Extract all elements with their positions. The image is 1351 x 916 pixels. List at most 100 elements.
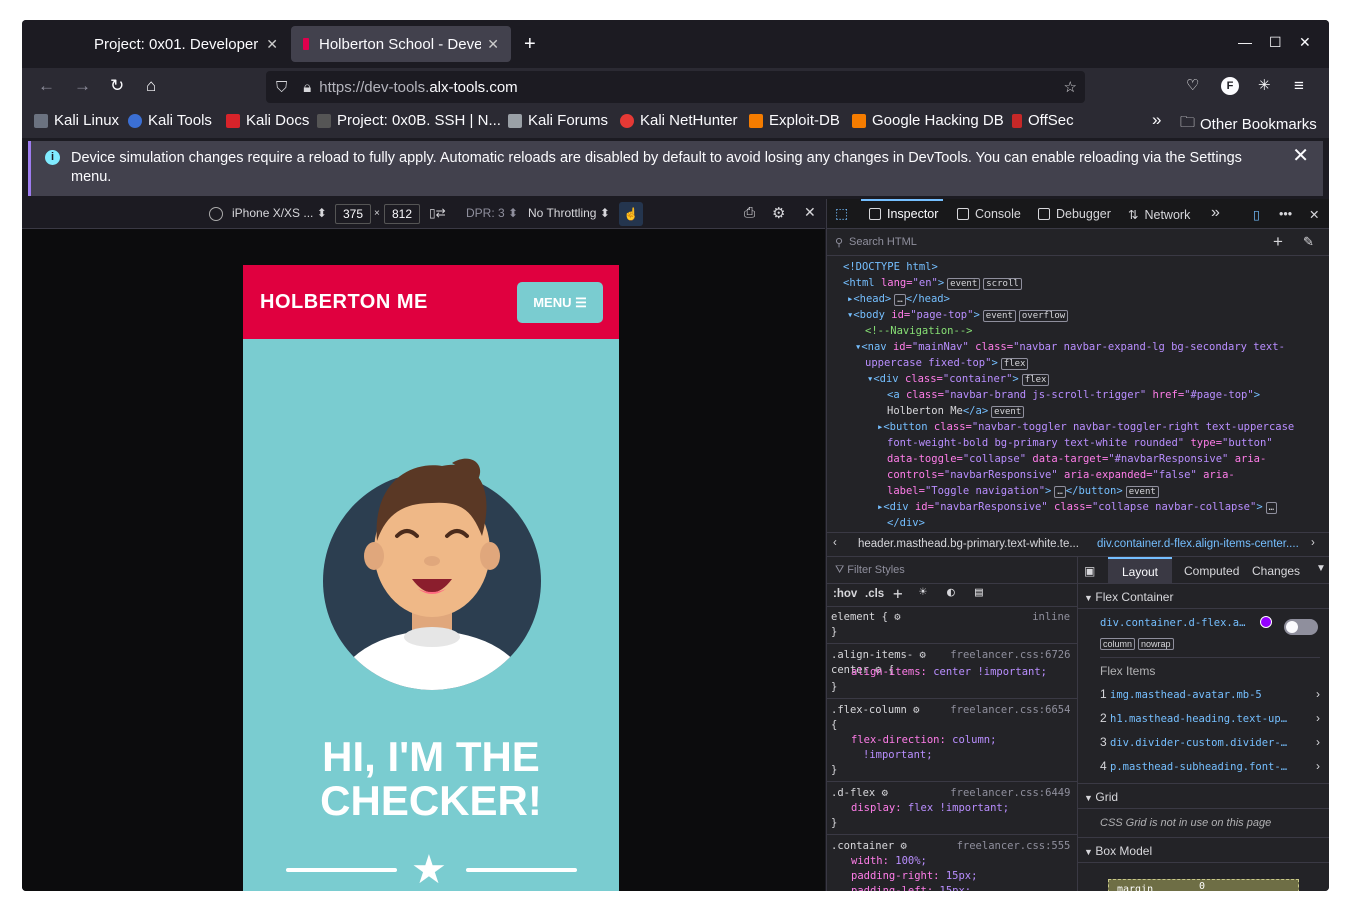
- lock-icon[interactable]: 🔒︎: [303, 79, 311, 96]
- bookmark-kali-linux[interactable]: Kali Linux: [34, 112, 119, 129]
- bookmark-offsec[interactable]: OffSec: [1012, 112, 1074, 129]
- viewport-height-input[interactable]: 812: [384, 204, 420, 224]
- close-devtools-icon[interactable]: ✕: [1309, 207, 1319, 222]
- markup-line[interactable]: label="Toggle navigation">… </button> even…: [887, 484, 1159, 498]
- touch-simulation-icon[interactable]: ☝: [619, 202, 643, 226]
- markup-line[interactable]: ▸<head>… </head>: [847, 292, 950, 306]
- markup-line[interactable]: <!DOCTYPE html>: [843, 260, 938, 274]
- dpr-selector[interactable]: DPR: 3 ⬍: [466, 206, 518, 220]
- tab-network[interactable]: ⇅ Network: [1128, 207, 1190, 222]
- home-icon[interactable]: ⌂: [146, 76, 156, 96]
- html-search-bar[interactable]: ⚲ Search HTML + ✎: [827, 230, 1329, 256]
- ellipsis-badge[interactable]: …: [1265, 502, 1278, 514]
- breadcrumb-next-icon[interactable]: ›: [1311, 537, 1315, 549]
- pocket-icon[interactable]: ♡: [1186, 76, 1199, 94]
- flex-item[interactable]: 1 img.masthead-avatar.mb-5 ›: [1100, 687, 1320, 701]
- more-tabs-button[interactable]: »: [1211, 204, 1220, 222]
- breadcrumb-item[interactable]: header.masthead.bg-primary.text-white.te…: [858, 538, 1079, 550]
- event-badge[interactable]: event: [982, 310, 1016, 322]
- flex-highlighter-toggle[interactable]: [1284, 619, 1318, 635]
- device-selector[interactable]: iPhone X/XS ... ⬍: [232, 206, 327, 220]
- search-input[interactable]: Search HTML: [849, 236, 917, 248]
- event-badge[interactable]: overflow: [1018, 310, 1069, 322]
- markup-line[interactable]: Holberton Me</a> event: [887, 404, 1025, 418]
- hamburger-menu-icon[interactable]: ≡: [1294, 76, 1304, 96]
- markup-line[interactable]: ▾<body id="page-top"> event overflow: [847, 308, 1069, 322]
- bookmark-project-ssh[interactable]: Project: 0x0B. SSH | N...: [317, 112, 501, 129]
- rule-declaration[interactable]: !important;: [863, 749, 933, 761]
- flex-item[interactable]: 3 div.divider-custom.divider-… ›: [1100, 735, 1320, 749]
- flex-container-header[interactable]: ▼ Flex Container: [1084, 590, 1173, 604]
- rule-declaration[interactable]: flex-direction: column;: [851, 734, 996, 746]
- markup-line[interactable]: </div>: [887, 516, 925, 530]
- bookmark-kali-nethunter[interactable]: Kali NetHunter: [620, 112, 738, 129]
- event-badge[interactable]: event: [1125, 486, 1159, 498]
- touch-simulation-disabled-icon[interactable]: [209, 207, 223, 221]
- tab-project[interactable]: Project: 0x01. Developer t ✕: [82, 26, 290, 62]
- profile-avatar[interactable]: F: [1221, 77, 1239, 95]
- bookmark-kali-docs[interactable]: Kali Docs: [226, 112, 309, 129]
- grid-header[interactable]: ▼ Grid: [1084, 790, 1118, 804]
- bookmark-exploit-db[interactable]: Exploit-DB: [749, 112, 840, 129]
- box-model-header[interactable]: ▼ Box Model: [1084, 844, 1152, 858]
- close-rdm-icon[interactable]: ✕: [804, 204, 816, 221]
- shield-icon[interactable]: ⛉: [276, 79, 287, 96]
- viewport-width-input[interactable]: 375: [335, 204, 371, 224]
- flex-item[interactable]: 4 p.masthead-subheading.font-… ›: [1100, 759, 1320, 773]
- tab-holberton[interactable]: Holberton School - Devel ✕: [291, 26, 511, 62]
- bookmarks-overflow-button[interactable]: »: [1152, 110, 1161, 130]
- new-tab-button[interactable]: +: [524, 33, 536, 56]
- devtools-menu-icon[interactable]: •••: [1279, 207, 1292, 221]
- tab-changes[interactable]: Changes: [1252, 564, 1300, 578]
- breadcrumb-item-active[interactable]: div.container.d-flex.align-items-center.…: [1097, 538, 1299, 550]
- rule-declaration[interactable]: padding-right: 15px;: [851, 870, 977, 882]
- bookmark-kali-tools[interactable]: Kali Tools: [128, 112, 212, 129]
- markup-line[interactable]: ▾<nav id="mainNav" class="navbar navbar-…: [855, 340, 1285, 354]
- sidebar-menu-icon[interactable]: ▼: [1316, 563, 1326, 574]
- markup-line[interactable]: ▸<button class="navbar-toggler navbar-to…: [877, 420, 1294, 434]
- element-picker-icon[interactable]: ⬚: [835, 205, 848, 222]
- margin-top-value[interactable]: 0: [1199, 881, 1205, 891]
- minimize-button[interactable]: —: [1238, 34, 1252, 50]
- tab-inspector[interactable]: Inspector: [869, 207, 938, 221]
- close-window-button[interactable]: ✕: [1299, 34, 1311, 51]
- add-node-icon[interactable]: +: [1273, 232, 1283, 252]
- rule-source-link[interactable]: freelancer.css:555: [957, 840, 1071, 852]
- navbar-brand-link[interactable]: HOLBERTON ME: [260, 291, 428, 314]
- url-bar[interactable]: ⛉ 🔒︎ https://dev-tools. alx-tools.com ☆: [266, 71, 1085, 103]
- event-badge[interactable]: scroll: [983, 278, 1022, 290]
- dark-mode-icon[interactable]: ◐: [947, 585, 955, 600]
- light-mode-icon[interactable]: ☀: [919, 585, 927, 600]
- markup-line[interactable]: font-weight-bold bg-primary text-white r…: [887, 436, 1273, 450]
- rotate-viewport-icon[interactable]: ▯⇄: [429, 206, 446, 220]
- bookmark-google-hacking-db[interactable]: Google Hacking DB: [852, 112, 1004, 129]
- markup-line[interactable]: data-toggle="collapse" data-target="#nav…: [887, 452, 1266, 466]
- tab-layout[interactable]: Layout: [1108, 557, 1172, 583]
- throttling-selector[interactable]: No Throttling ⬍: [528, 206, 610, 220]
- close-tab-icon[interactable]: ✕: [266, 36, 278, 53]
- flex-color-swatch[interactable]: [1260, 616, 1272, 628]
- responsive-mode-icon[interactable]: ▯: [1253, 207, 1260, 222]
- extensions-icon[interactable]: ✳: [1258, 76, 1271, 94]
- event-badge[interactable]: event: [947, 278, 981, 290]
- rule-declaration[interactable]: width: 100%;: [851, 855, 927, 867]
- forward-arrow-icon[interactable]: →: [74, 76, 91, 96]
- bookmark-star-icon[interactable]: ☆: [1064, 78, 1077, 96]
- flex-container-selector[interactable]: div.container.d-flex.a…: [1100, 617, 1245, 629]
- ellipsis-badge[interactable]: …: [1054, 486, 1066, 498]
- event-badge[interactable]: flex: [1021, 374, 1050, 386]
- markup-line[interactable]: controls="navbarResponsive" aria-expande…: [887, 468, 1235, 482]
- settings-gear-icon[interactable]: ⚙: [772, 204, 785, 222]
- rule-source-link[interactable]: freelancer.css:6726: [950, 649, 1070, 661]
- close-tab-icon[interactable]: ✕: [487, 36, 499, 53]
- maximize-button[interactable]: ☐: [1269, 34, 1282, 51]
- rule-source-link[interactable]: freelancer.css:6654: [950, 704, 1070, 716]
- add-rule-icon[interactable]: +: [893, 584, 903, 603]
- sidebar-toggle-icon[interactable]: ▣: [1084, 564, 1095, 578]
- rule-declaration[interactable]: align-items: center !important;: [851, 666, 1047, 678]
- markup-line[interactable]: uppercase fixed-top"> flex: [865, 356, 1029, 370]
- back-arrow-icon[interactable]: ←: [38, 76, 55, 96]
- screenshot-icon[interactable]: ⎙: [744, 204, 755, 221]
- tab-console[interactable]: Console: [957, 207, 1021, 221]
- rule-declaration[interactable]: display: flex !important;: [851, 802, 1009, 814]
